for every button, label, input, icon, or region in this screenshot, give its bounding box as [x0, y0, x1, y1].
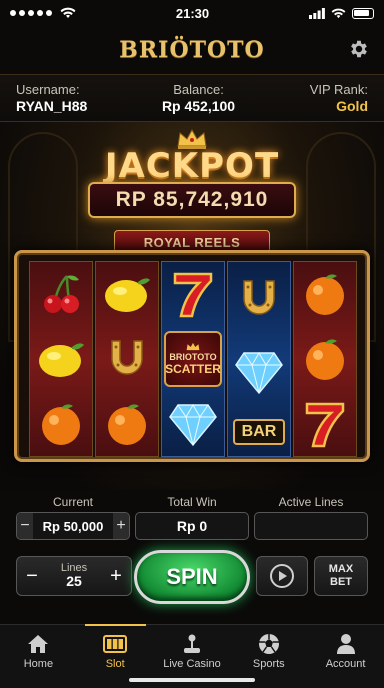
reel-2 [95, 261, 159, 457]
wifi-icon [60, 7, 76, 18]
scatter-symbol: BRIOTOTO SCATTER [164, 330, 222, 387]
vip-block: VIP Rank: Gold [310, 82, 368, 121]
username-value: RYAN_H88 [16, 98, 88, 114]
balance-block: Balance: Rp 452,100 [162, 82, 235, 121]
max-bet-label-line2: BET [330, 576, 352, 588]
diamond-icon [233, 346, 285, 398]
seven-icon [167, 268, 219, 320]
reel-4: BAR [227, 261, 291, 457]
reels: BRIOTOTO SCATTER BAR [29, 261, 357, 457]
app-header: BRIÖTOTO [0, 26, 384, 74]
status-bar: 21:30 [0, 0, 384, 26]
increase-lines-button[interactable]: + [101, 557, 131, 595]
diamond-icon [167, 398, 219, 450]
account-info-bar: Username: RYAN_H88 Balance: Rp 452,100 V… [0, 74, 384, 122]
jackpot-title: JACKPOT [104, 146, 280, 186]
active-lines-label: Active Lines [278, 495, 344, 509]
scatter-label: SCATTER [165, 361, 221, 376]
scatter-brand: BRIOTOTO [169, 351, 217, 362]
battery-icon [352, 7, 374, 19]
spin-controls: − Lines 25 + SPIN MAX BET [0, 548, 384, 624]
reel-5 [293, 261, 357, 457]
user-icon [336, 634, 355, 654]
max-bet-button[interactable]: MAX BET [314, 556, 368, 596]
username-block: Username: RYAN_H88 [16, 82, 87, 121]
autoplay-icon [270, 564, 294, 588]
orange-icon [299, 333, 351, 385]
nav-home[interactable]: Home [0, 625, 77, 688]
current-bet-value: Rp 50,000 [42, 518, 104, 534]
username-label: Username: [16, 82, 80, 97]
gear-icon[interactable] [348, 38, 370, 60]
bet-stepper: − Rp 50,000 + [16, 512, 130, 540]
cherry-icon [35, 268, 87, 320]
wifi-icon [331, 8, 346, 18]
total-win-value: Rp 0 [135, 512, 249, 540]
home-indicator [129, 678, 255, 682]
decrease-lines-button[interactable]: − [17, 557, 47, 595]
brand-logo: BRIÖTOTO [119, 37, 265, 63]
crown-icon [186, 342, 200, 351]
horseshoe-icon [101, 333, 153, 385]
slot-machine: JACKPOT RP 85,742,910 ROYAL REELS BRIOTO… [0, 122, 384, 490]
bet-info-row: Current − Rp 50,000 + Total Win Rp 0 Act… [0, 490, 384, 548]
nav-home-label: Home [23, 658, 54, 670]
current-bet-label: Current [52, 495, 93, 509]
horseshoe-icon [233, 273, 285, 325]
jackpot-amount: RP 85,742,910 [88, 182, 296, 218]
active-lines-value [254, 512, 368, 540]
reel-3: BRIOTOTO SCATTER [161, 261, 225, 457]
nav-slot-label: Slot [105, 658, 125, 670]
lines-stepper: − Lines 25 + [16, 556, 132, 596]
max-bet-label-line1: MAX [328, 563, 354, 576]
increase-bet-button[interactable]: + [113, 513, 129, 539]
soccer-ball-icon [258, 634, 279, 654]
nav-sports-label: Sports [252, 658, 285, 670]
joystick-icon [183, 634, 200, 653]
lemon-icon [101, 268, 153, 320]
nav-live-casino-label: Live Casino [163, 658, 221, 670]
signal-dots-icon [10, 7, 76, 19]
home-icon [28, 635, 49, 653]
orange-icon [299, 268, 351, 320]
spin-button[interactable]: SPIN [134, 550, 250, 604]
bottom-nav: Home Slot Live Casino Sports Account [0, 624, 384, 688]
orange-icon [101, 398, 153, 450]
total-win-label: Total Win [167, 495, 217, 509]
lines-value: 25 [66, 573, 82, 590]
seven-icon [299, 398, 351, 450]
autoplay-button[interactable] [256, 556, 308, 596]
balance-label: Balance: [173, 82, 224, 97]
clock: 21:30 [175, 5, 210, 21]
bar-symbol: BAR [233, 419, 285, 446]
total-win-block: Total Win Rp 0 [135, 490, 249, 548]
balance-value: Rp 452,100 [161, 98, 236, 114]
reel-1 [29, 261, 93, 457]
vip-label: VIP Rank: [309, 82, 368, 97]
lemon-icon [35, 333, 87, 385]
decrease-bet-button[interactable]: − [17, 513, 33, 539]
orange-icon [35, 398, 87, 450]
nav-account[interactable]: Account [307, 625, 384, 688]
slot-icon [103, 635, 128, 653]
active-lines-block: Active Lines [254, 490, 368, 548]
nav-account-label: Account [325, 658, 366, 670]
current-bet-block: Current − Rp 50,000 + [16, 490, 130, 548]
cell-signal-icon [309, 7, 325, 19]
vip-value: Gold [336, 98, 368, 114]
reel-frame: BRIOTOTO SCATTER BAR [14, 250, 370, 462]
